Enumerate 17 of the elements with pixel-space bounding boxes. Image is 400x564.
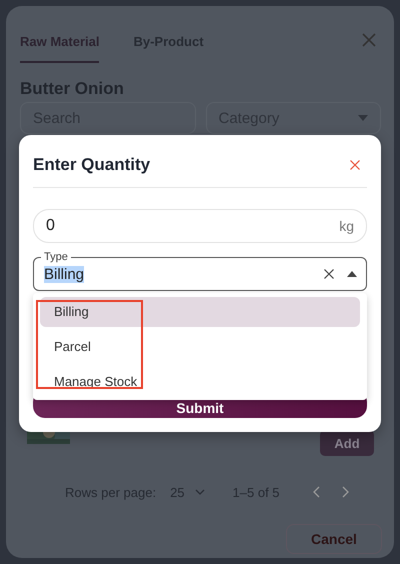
menu-option[interactable]: Parcel (40, 332, 360, 362)
type-select[interactable]: Type Billing (33, 249, 367, 291)
close-icon[interactable] (349, 159, 361, 171)
field-label: Type (41, 250, 71, 264)
chevron-down-icon[interactable] (194, 489, 205, 495)
cancel-button[interactable]: Cancel (286, 524, 382, 554)
unit-label: kg (339, 218, 354, 234)
previous-page-icon[interactable] (312, 486, 320, 498)
menu-option[interactable]: Billing (40, 297, 360, 327)
clear-icon[interactable] (323, 268, 335, 280)
close-icon[interactable] (361, 32, 377, 48)
dropdown-icon (358, 115, 368, 121)
add-button[interactable]: Add (320, 430, 374, 456)
selected-value: Billing (44, 266, 84, 282)
dialog-title: Enter Quantity (33, 154, 150, 176)
caret-icon[interactable] (347, 271, 357, 277)
next-page-icon[interactable] (342, 486, 350, 498)
